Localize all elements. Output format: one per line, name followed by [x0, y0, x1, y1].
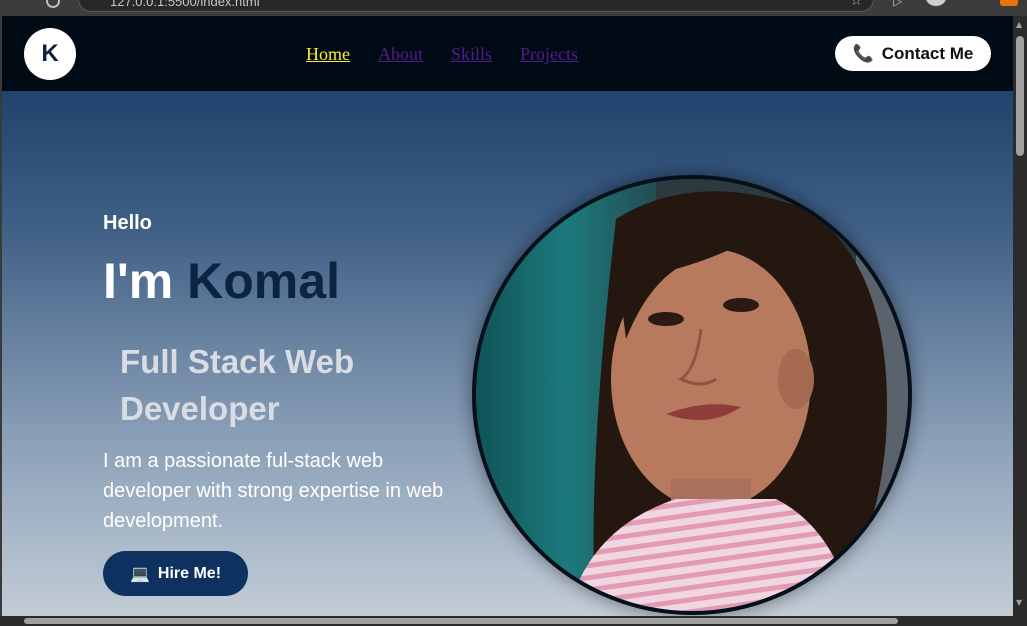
hero-heading: I'm Komal	[103, 252, 340, 310]
scroll-up-icon[interactable]: ▲	[1016, 20, 1022, 29]
media-control-icon[interactable]: ▷	[893, 0, 902, 8]
extension-icon[interactable]	[1000, 0, 1018, 6]
contact-me-label: Contact Me	[881, 43, 974, 63]
address-bar-text: 127.0.0.1:5500/index.html	[110, 0, 260, 9]
nav-link-home[interactable]: Home	[306, 44, 350, 65]
profile-avatar[interactable]	[926, 0, 946, 6]
horizontal-scrollbar[interactable]	[0, 616, 1027, 626]
nav-link-skills[interactable]: Skills	[451, 44, 492, 65]
profile-photo	[472, 175, 912, 615]
phone-icon: 📞	[852, 43, 874, 63]
hero-description: I am a passionate ful-stack web develope…	[103, 450, 444, 532]
vertical-scrollbar-thumb[interactable]	[1016, 36, 1024, 156]
hire-me-label: Hire Me!	[157, 564, 222, 582]
hero-name: Komal	[187, 253, 340, 309]
nav-links: Home About Skills Projects	[306, 44, 578, 65]
hero-greeting: Hello	[103, 212, 152, 234]
page-viewport: K Home About Skills Projects 📞 Contact M…	[2, 16, 1013, 616]
browser-toolbar: 127.0.0.1:5500/index.html ☆ ▷	[0, 0, 1027, 16]
hero-role: Full Stack Web Developer	[120, 343, 355, 427]
nav-link-projects[interactable]: Projects	[520, 44, 578, 65]
site-logo[interactable]: K	[24, 28, 76, 80]
nav-link-about[interactable]: About	[378, 44, 423, 65]
hero-intro-prefix: I'm	[103, 253, 174, 309]
vertical-scrollbar[interactable]: ▲ ▼	[1013, 16, 1027, 616]
reload-icon[interactable]	[46, 0, 60, 8]
scroll-down-icon[interactable]: ▼	[1016, 598, 1022, 607]
contact-me-button[interactable]: 📞 Contact Me	[835, 36, 991, 71]
laptop-icon: 💻	[129, 565, 150, 583]
top-navbar: K Home About Skills Projects 📞 Contact M…	[2, 16, 1013, 91]
horizontal-scrollbar-thumb[interactable]	[24, 618, 898, 624]
profile-photo-illustration	[476, 179, 908, 611]
hire-me-button[interactable]: 💻 Hire Me!	[103, 551, 248, 596]
bookmark-star-icon[interactable]: ☆	[850, 0, 863, 9]
